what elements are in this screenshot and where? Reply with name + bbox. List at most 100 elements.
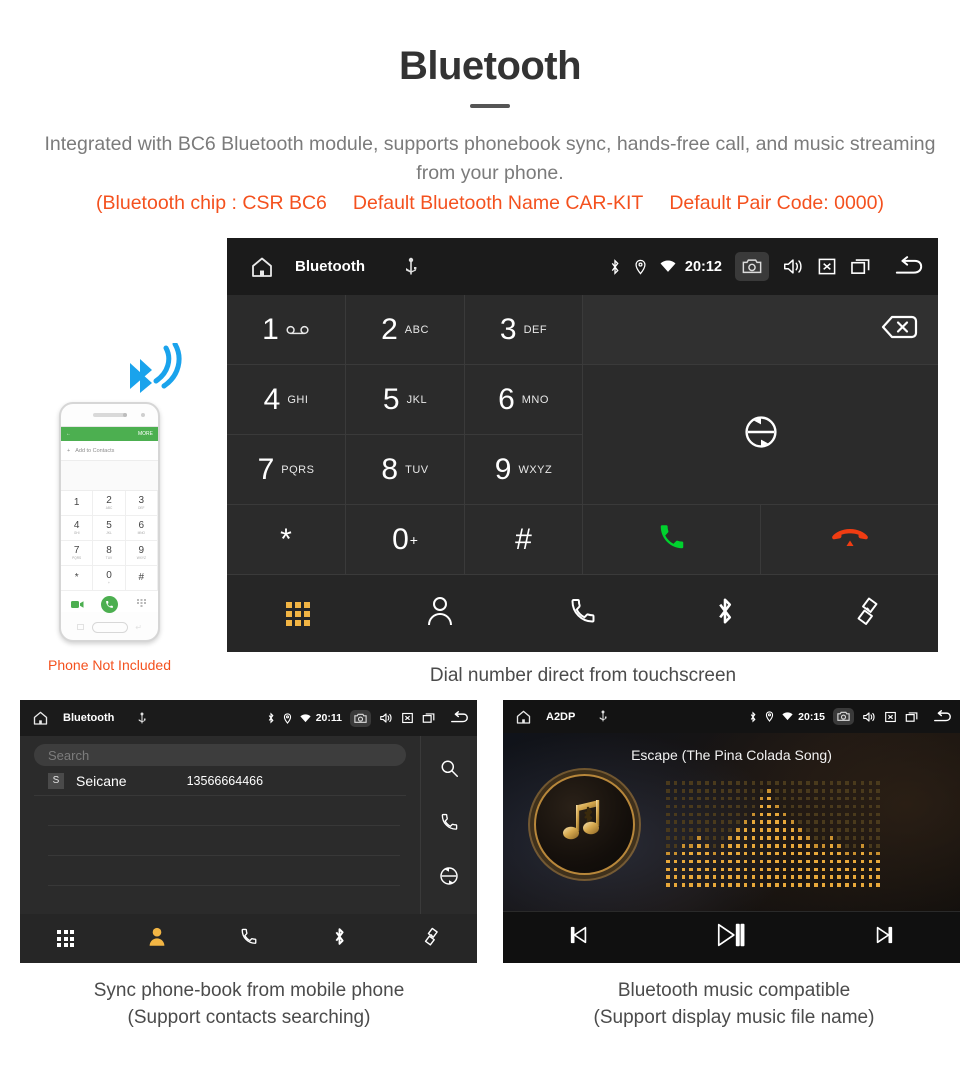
phone-more-label: MORE [138, 431, 153, 437]
wifi-icon [660, 260, 676, 273]
dial-key-9[interactable]: 9 WXYZ [465, 435, 583, 505]
hangup-icon [831, 526, 869, 553]
nav-call-log[interactable] [203, 927, 294, 951]
caption-phonebook-line1: Sync phone-book from mobile phone [93, 980, 405, 1001]
contact-row-empty [48, 826, 400, 856]
dial-key-2[interactable]: 2 ABC [346, 295, 465, 365]
music-clock: 20:15 [798, 710, 825, 723]
wifi-icon [782, 712, 793, 721]
dial-key-3[interactable]: 3 DEF [465, 295, 583, 365]
back-icon[interactable] [933, 709, 952, 724]
title-divider [470, 104, 510, 108]
caption-phonebook-line2: (Support contacts searching) [127, 1007, 371, 1028]
usb-icon [138, 712, 146, 725]
phone-call-button [93, 595, 125, 613]
dial-key-4[interactable]: 4 GHI [227, 365, 346, 435]
phone-earpiece-area [61, 404, 158, 426]
close-icon[interactable] [817, 257, 837, 276]
spec-line: (Bluetooth chip : CSR BC6 Default Blueto… [20, 192, 960, 215]
recents-icon[interactable] [422, 712, 436, 724]
dial-key-5[interactable]: 5 JKL [346, 365, 465, 435]
nav-link[interactable] [386, 926, 477, 952]
camera-icon[interactable] [350, 709, 371, 727]
phonebook-side-actions [420, 736, 477, 914]
dial-key-7[interactable]: 7 PQRS [227, 435, 346, 505]
home-icon[interactable] [32, 710, 49, 726]
close-icon[interactable] [401, 712, 414, 724]
contact-row-empty [48, 856, 400, 886]
back-icon[interactable] [894, 255, 924, 278]
sync-icon[interactable] [439, 866, 459, 891]
phone-speaker [92, 413, 127, 417]
call-icon[interactable] [440, 812, 459, 837]
dialer-clock: 20:12 [684, 258, 722, 275]
phonebook-clock: 20:11 [315, 712, 342, 724]
voicemail-icon [286, 322, 310, 338]
nav-contacts[interactable] [369, 596, 511, 631]
next-button[interactable] [808, 924, 960, 951]
contact-row[interactable]: S Seicane 13566664466 [34, 766, 406, 796]
nav-contacts[interactable] [111, 927, 202, 951]
sync-icon[interactable] [743, 414, 779, 455]
location-icon [634, 259, 647, 275]
nav-call-log[interactable] [511, 596, 653, 631]
volume-icon[interactable] [379, 712, 393, 724]
dial-key-hash[interactable]: # [465, 505, 583, 575]
home-icon[interactable] [249, 255, 275, 279]
nav-keypad[interactable] [20, 930, 111, 947]
close-icon[interactable] [884, 711, 897, 723]
play-pause-button[interactable] [655, 922, 807, 953]
dial-key-6[interactable]: 6 MNO [465, 365, 583, 435]
phone-videocall-icon [61, 600, 93, 609]
search-input[interactable]: Search [34, 744, 406, 766]
dial-key-8[interactable]: 8 TUV [346, 435, 465, 505]
dial-key-1[interactable]: 1 [227, 295, 346, 365]
camera-icon[interactable] [833, 708, 854, 725]
phone-back-key: ↵ [135, 622, 142, 632]
backspace-icon[interactable] [866, 312, 918, 347]
dial-key-0[interactable]: 0 + [346, 505, 465, 575]
phone-key: 0 + [93, 566, 126, 591]
nav-keypad[interactable] [227, 601, 369, 626]
call-icon [100, 595, 118, 613]
search-placeholder: Search [48, 747, 90, 763]
phonebook-body: Search S Seicane 13566664466 [20, 736, 477, 914]
nav-link[interactable] [796, 595, 938, 632]
previous-button[interactable] [503, 924, 655, 951]
volume-icon[interactable] [782, 257, 804, 276]
spec-bt-name: Default Bluetooth Name CAR-KIT [352, 192, 644, 214]
usb-icon [599, 710, 607, 723]
phone-icon [569, 596, 597, 631]
recents-icon[interactable] [850, 257, 872, 276]
phone-key: 6 MNO [125, 516, 158, 541]
recents-icon[interactable] [905, 711, 919, 723]
keypad-icon [286, 601, 311, 626]
music-screenshot: A2DP 20:15 Escape (The Pina Colada Song) [503, 700, 960, 963]
call-button[interactable] [583, 505, 761, 575]
phone-keypad: 1 2 ABC 3 DEF 4 GHI 5 JKL 6 MNO 7 PQRS 8 TUV 9W… [61, 491, 158, 591]
number-display[interactable] [583, 295, 938, 365]
home-icon[interactable] [515, 709, 532, 725]
nav-bluetooth[interactable] [294, 926, 385, 952]
hangup-button[interactable] [761, 505, 938, 575]
nav-bluetooth[interactable] [654, 595, 796, 632]
spec-chip: (Bluetooth chip : CSR BC6 [96, 192, 327, 214]
camera-icon[interactable] [735, 252, 769, 281]
album-art [534, 774, 635, 875]
phone-add-contact-row: + Add to Contacts [61, 441, 158, 461]
phone-screen: ← MORE + Add to Contacts 1 2 ABC 3 DEF 4 GH… [61, 426, 158, 613]
dial-key-star[interactable]: * [227, 505, 346, 575]
search-icon[interactable] [440, 759, 459, 783]
usb-icon [405, 257, 417, 277]
back-icon[interactable] [450, 711, 469, 725]
dialer-screenshot: Bluetooth 20:12 1 2 ABC 3 DEF 4 GHI 5 JK… [227, 238, 938, 652]
bluetooth-icon [749, 710, 757, 723]
previous-icon [568, 924, 590, 951]
keypad-icon [57, 930, 75, 947]
call-icon [657, 522, 687, 557]
sync-area[interactable] [583, 365, 938, 505]
dialer-statusbar: Bluetooth 20:12 [227, 238, 938, 295]
spec-pair-code: Default Pair Code: 0000) [669, 192, 884, 214]
bluetooth-icon [333, 926, 346, 952]
volume-icon[interactable] [862, 711, 876, 723]
